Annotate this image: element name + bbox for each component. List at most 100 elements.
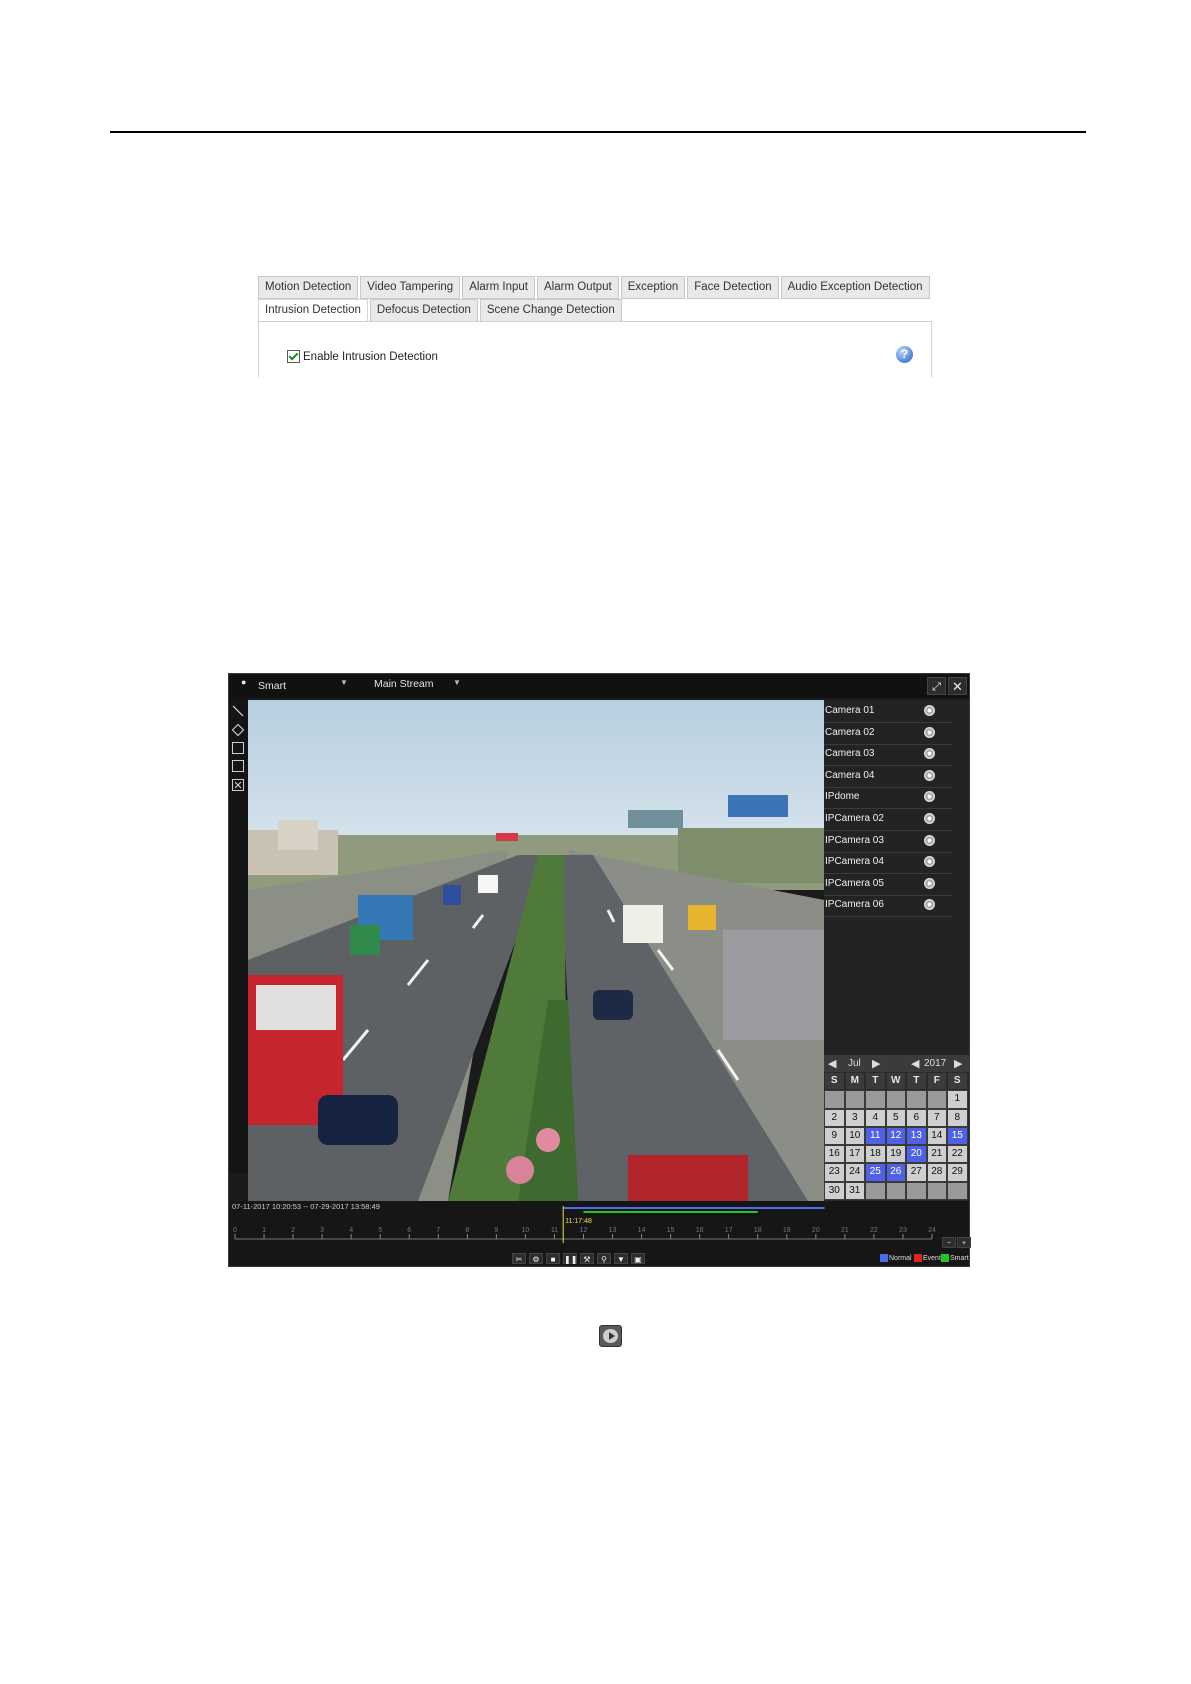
close-icon[interactable]: ✕ — [948, 677, 967, 695]
fullscreen-icon[interactable]: ⤢ — [927, 677, 946, 695]
camera-status-icon[interactable] — [924, 726, 935, 738]
clear-tool-icon[interactable] — [232, 779, 244, 791]
calendar-day[interactable]: 4 — [865, 1108, 886, 1127]
calendar-day[interactable]: 15 — [947, 1126, 968, 1146]
mode-select[interactable]: Smart — [258, 680, 286, 692]
camera-item[interactable]: Camera 04 — [824, 765, 952, 788]
calendar-day[interactable]: 12 — [885, 1126, 906, 1146]
camera-item[interactable]: Camera 01 — [824, 700, 952, 723]
tab-alarm-output[interactable]: Alarm Output — [537, 276, 619, 299]
tool-wrench-icon[interactable]: ⚒ — [580, 1253, 594, 1264]
calendar-day[interactable]: 2 — [824, 1108, 845, 1127]
calendar-header: ◀ Jul ▶ ◀ 2017 ▶ — [824, 1055, 969, 1072]
calendar-day[interactable]: 14 — [926, 1126, 947, 1146]
calendar-day[interactable]: 16 — [824, 1145, 845, 1164]
filter-icon[interactable]: ▼ — [614, 1253, 628, 1264]
tab-exception[interactable]: Exception — [620, 276, 686, 299]
camera-label: Camera 03 — [825, 748, 875, 760]
clip-icon[interactable]: ✂ — [512, 1253, 526, 1264]
help-icon[interactable]: ? — [896, 346, 913, 363]
calendar-day[interactable]: 19 — [885, 1145, 906, 1164]
mode-chevron-down-icon[interactable]: ▼ — [340, 678, 348, 687]
calendar-day[interactable]: 27 — [906, 1163, 927, 1182]
camera-item[interactable]: IPCamera 06 — [824, 894, 952, 918]
calendar-day[interactable]: 30 — [824, 1181, 845, 1201]
search-icon[interactable]: ⚲ — [597, 1253, 611, 1264]
camera-item[interactable]: Camera 03 — [824, 743, 952, 767]
year-prev-icon[interactable]: ◀ — [911, 1057, 919, 1070]
camera-icon[interactable]: ▣ — [631, 1253, 645, 1264]
camera-status-icon[interactable] — [924, 769, 935, 781]
stop-icon[interactable]: ■ — [546, 1253, 560, 1264]
tab-audio-exception-detection[interactable]: Audio Exception Detection — [780, 276, 930, 299]
tab-face-detection[interactable]: Face Detection — [687, 276, 779, 299]
tab-motion-detection[interactable]: Motion Detection — [258, 276, 359, 299]
camera-status-icon[interactable] — [924, 791, 935, 803]
video-frame[interactable] — [248, 700, 824, 1201]
camera-status-icon[interactable] — [924, 877, 935, 889]
calendar-day[interactable]: 10 — [844, 1126, 865, 1146]
calendar-day[interactable]: 31 — [844, 1181, 865, 1201]
calendar-day[interactable]: 6 — [906, 1108, 927, 1127]
legend-normal-swatch — [880, 1254, 888, 1262]
line-tool-icon[interactable] — [232, 704, 244, 717]
calendar-day[interactable]: 7 — [926, 1108, 947, 1127]
area-tool-icon[interactable] — [232, 742, 244, 754]
timeline-hour-label: 3 — [320, 1227, 324, 1234]
calendar-day[interactable]: 13 — [906, 1126, 927, 1146]
enable-intrusion-checkbox[interactable] — [287, 350, 300, 363]
calendar-day[interactable]: 8 — [947, 1108, 968, 1127]
settings-gear-icon[interactable]: ⚙ — [529, 1253, 543, 1264]
calendar-day[interactable]: 24 — [844, 1163, 865, 1182]
tab-scene-change-detection[interactable]: Scene Change Detection — [479, 299, 622, 322]
camera-status-icon[interactable] — [924, 705, 935, 716]
calendar-day[interactable]: 23 — [824, 1163, 845, 1182]
enable-intrusion-row[interactable]: Enable Intrusion Detection — [287, 350, 438, 363]
calendar-day[interactable]: 26 — [885, 1163, 906, 1182]
calendar-day[interactable]: 11 — [865, 1126, 886, 1146]
calendar-empty-cell — [865, 1090, 886, 1109]
month-prev-icon[interactable]: ◀ — [828, 1057, 836, 1070]
stream-chevron-down-icon[interactable]: ▼ — [453, 678, 461, 687]
camera-item[interactable]: IPCamera 02 — [824, 808, 952, 831]
play-button-icon[interactable] — [599, 1325, 622, 1347]
calendar-day[interactable]: 1 — [947, 1090, 968, 1109]
camera-item[interactable]: IPCamera 05 — [824, 873, 952, 896]
camera-status-icon[interactable] — [924, 899, 935, 911]
calendar-day[interactable]: 22 — [947, 1145, 968, 1164]
zoom-out-icon[interactable]: − — [942, 1237, 956, 1248]
camera-item[interactable]: Camera 02 — [824, 722, 952, 745]
full-screen-area-icon[interactable] — [232, 760, 244, 772]
calendar-day[interactable]: 9 — [824, 1126, 845, 1146]
camera-item[interactable]: IPdome — [824, 786, 952, 810]
smart-record-bar — [583, 1211, 758, 1213]
calendar-day[interactable]: 17 — [844, 1145, 865, 1164]
camera-item[interactable]: IPCamera 03 — [824, 830, 952, 853]
tab-video-tampering[interactable]: Video Tampering — [360, 276, 461, 299]
camera-status-icon[interactable] — [924, 856, 935, 868]
tab-intrusion-detection[interactable]: Intrusion Detection — [258, 299, 368, 322]
camera-status-icon[interactable] — [924, 813, 935, 824]
calendar-day[interactable]: 20 — [906, 1145, 927, 1164]
tab-defocus-detection[interactable]: Defocus Detection — [369, 299, 478, 322]
timeline-bar[interactable]: 0 1 2 3 4 5 6 7 8 9 10 11 12 13 14 15 16 17 18 19 20 21 22 23 24… — [229, 1206, 969, 1256]
camera-status-icon[interactable] — [924, 834, 935, 846]
pause-icon[interactable]: ❚❚ — [563, 1253, 577, 1264]
month-next-icon[interactable]: ▶ — [872, 1057, 880, 1070]
calendar-day[interactable]: 3 — [844, 1108, 865, 1127]
camera-label: IPCamera 03 — [825, 834, 884, 846]
calendar-day[interactable]: 18 — [865, 1145, 886, 1164]
calendar-day[interactable]: 21 — [926, 1145, 947, 1164]
stream-select[interactable]: Main Stream — [374, 678, 434, 690]
calendar-day[interactable]: 5 — [885, 1108, 906, 1127]
year-next-icon[interactable]: ▶ — [954, 1057, 962, 1070]
camera-status-icon[interactable] — [924, 748, 935, 760]
camera-item[interactable]: IPCamera 04 — [824, 851, 952, 875]
camera-label: Camera 04 — [825, 769, 875, 781]
rule-tool-icon[interactable] — [231, 723, 245, 737]
zoom-in-icon[interactable]: + — [957, 1237, 971, 1248]
calendar-day[interactable]: 29 — [947, 1163, 968, 1182]
calendar-day[interactable]: 28 — [926, 1163, 947, 1182]
calendar-day[interactable]: 25 — [865, 1163, 886, 1182]
tab-alarm-input[interactable]: Alarm Input — [462, 276, 535, 299]
